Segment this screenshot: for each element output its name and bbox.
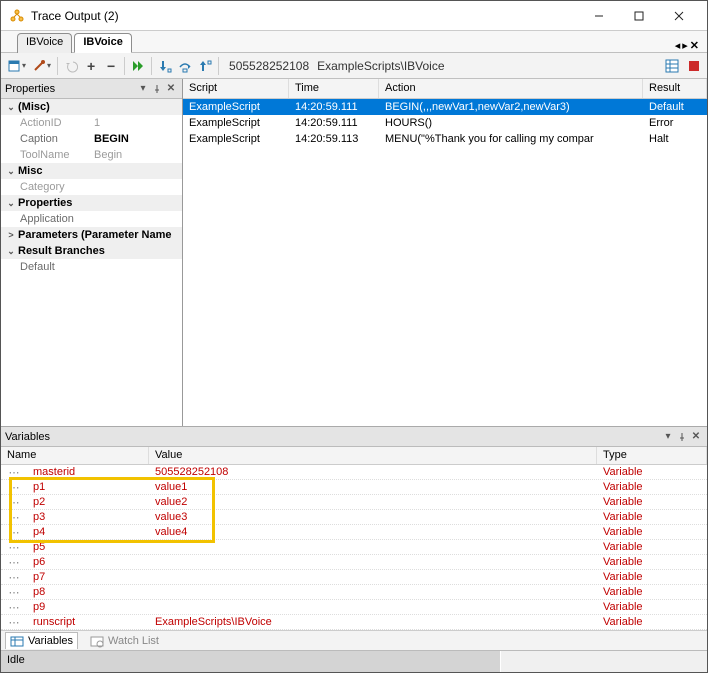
main-area: Properties ▾ ✕ ⌄(Misc)ActionID1CaptionBE… [1, 79, 707, 427]
variable-row[interactable]: ⋯p1value1Variable [1, 480, 707, 495]
status-bar: Idle [1, 650, 707, 672]
grid-view-button[interactable] [663, 56, 681, 76]
variable-row[interactable]: ⋯runscriptExampleScripts\IBVoiceVariable [1, 615, 707, 630]
vars-close-icon[interactable]: ✕ [689, 430, 703, 444]
step-out-button[interactable] [196, 56, 214, 76]
tab-watchlist-label: Watch List [108, 635, 159, 647]
col-time[interactable]: Time [289, 79, 379, 98]
col-script[interactable]: Script [183, 79, 289, 98]
document-tab-row: IBVoice IBVoice ◂ ▸ ✕ [1, 31, 707, 53]
variable-row[interactable]: ⋯p9Variable [1, 600, 707, 615]
panel-close-icon[interactable]: ✕ [164, 82, 178, 96]
tab-variables[interactable]: Variables [5, 632, 78, 649]
trace-grid: Script Time Action Result ExampleScript1… [183, 79, 707, 426]
varcol-name[interactable]: Name [1, 447, 149, 464]
panel-dropdown-icon[interactable]: ▾ [136, 82, 150, 96]
variable-row[interactable]: ⋯masterid505528252108Variable [1, 465, 707, 480]
tab-nav-prev-icon[interactable]: ◂ [675, 39, 681, 52]
vars-dropdown-icon[interactable]: ▾ [661, 430, 675, 444]
prop-row[interactable]: ActionID1 [1, 115, 182, 131]
toolbar-path-id: 505528252108 [229, 59, 309, 73]
toolbar-path-name: ExampleScripts\IBVoice [317, 59, 444, 73]
tab-ibvoice-1[interactable]: IBVoice [17, 33, 72, 53]
properties-header: Properties ▾ ✕ [1, 79, 182, 99]
prop-row[interactable]: ToolNameBegin [1, 147, 182, 163]
tab-watchlist[interactable]: Watch List [86, 633, 163, 649]
variable-row[interactable]: ⋯p7Variable [1, 570, 707, 585]
prop-category[interactable]: ⌄Properties [1, 195, 182, 211]
prop-row[interactable]: Application [1, 211, 182, 227]
varcol-type[interactable]: Type [597, 447, 707, 464]
variable-row[interactable]: ⋯p3value3Variable [1, 510, 707, 525]
prop-row[interactable]: Category [1, 179, 182, 195]
trace-row[interactable]: ExampleScript14:20:59.111HOURS()Error [183, 115, 707, 131]
variable-row[interactable]: ⋯p2value2Variable [1, 495, 707, 510]
tab-nav-next-icon[interactable]: ▸ [682, 39, 688, 52]
prop-category[interactable]: ⌄Misc [1, 163, 182, 179]
app-icon [9, 8, 25, 24]
properties-panel: Properties ▾ ✕ ⌄(Misc)ActionID1CaptionBE… [1, 79, 183, 426]
maximize-button[interactable] [619, 2, 659, 30]
prop-row[interactable]: CaptionBEGIN [1, 131, 182, 147]
prop-row[interactable]: Default [1, 259, 182, 275]
trace-row[interactable]: ExampleScript14:20:59.113MENU("%Thank yo… [183, 131, 707, 147]
tab-close-icon[interactable]: ✕ [690, 39, 699, 52]
variable-row[interactable]: ⋯p5Variable [1, 540, 707, 555]
status-text: Idle [1, 651, 501, 672]
variables-header-row: Name Value Type [1, 447, 707, 465]
tab-variables-label: Variables [28, 635, 73, 647]
varcol-value[interactable]: Value [149, 447, 597, 464]
variable-row[interactable]: ⋯p4value4Variable [1, 525, 707, 540]
toolbar: ▾ ▾ + − 505528252108 ExampleScripts\IBVo… [1, 53, 707, 79]
stop-record-button[interactable] [685, 56, 703, 76]
prop-category[interactable]: ⌄Result Branches [1, 243, 182, 259]
col-action[interactable]: Action [379, 79, 643, 98]
run-button[interactable] [129, 56, 147, 76]
window-title: Trace Output (2) [31, 9, 579, 23]
tab-ibvoice-2[interactable]: IBVoice [74, 33, 132, 53]
prop-category[interactable]: ⌄(Misc) [1, 99, 182, 115]
variables-grid[interactable]: Name Value Type ⋯masterid505528252108Var… [1, 447, 707, 630]
step-over-button[interactable] [176, 56, 194, 76]
panel-pin-icon[interactable] [150, 82, 164, 96]
vars-pin-icon[interactable] [675, 430, 689, 444]
close-button[interactable] [659, 2, 699, 30]
step-into-button[interactable] [156, 56, 174, 76]
variable-row[interactable]: ⋯p6Variable [1, 555, 707, 570]
variables-panel: Variables ▾ ✕ Name Value Type ⋯masterid5… [1, 427, 707, 630]
variable-row[interactable]: ⋯p8Variable [1, 585, 707, 600]
tools-dropdown[interactable]: ▾ [30, 56, 53, 76]
trace-row[interactable]: ExampleScript14:20:59.111BEGIN(,,,newVar… [183, 99, 707, 115]
minimize-button[interactable] [579, 2, 619, 30]
trace-header-row: Script Time Action Result [183, 79, 707, 99]
prop-category[interactable]: >Parameters (Parameter Name [1, 227, 182, 243]
variables-header: Variables ▾ ✕ [1, 427, 707, 447]
trace-body[interactable]: ExampleScript14:20:59.111BEGIN(,,,newVar… [183, 99, 707, 426]
col-result[interactable]: Result [643, 79, 707, 98]
add-button[interactable]: + [82, 56, 100, 76]
remove-button[interactable]: − [102, 56, 120, 76]
variables-title: Variables [5, 431, 661, 443]
properties-title: Properties [5, 83, 136, 95]
titlebar: Trace Output (2) [1, 1, 707, 31]
new-dropdown[interactable]: ▾ [5, 56, 28, 76]
bottom-tab-row: Variables Watch List [1, 630, 707, 650]
properties-grid[interactable]: ⌄(Misc)ActionID1CaptionBEGINToolNameBegi… [1, 99, 182, 426]
undo-button[interactable] [62, 56, 80, 76]
